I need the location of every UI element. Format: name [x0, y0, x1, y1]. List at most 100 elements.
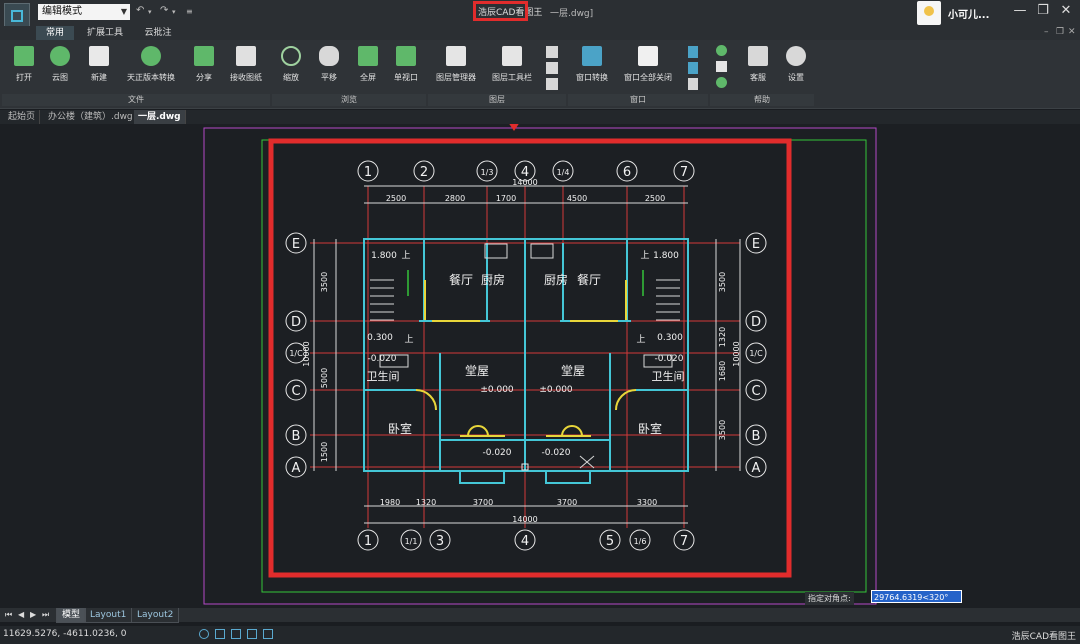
tab-layout1[interactable]: Layout1 [84, 608, 133, 623]
snap-status-icon[interactable] [215, 629, 225, 639]
receive-drawing-button[interactable]: 接收图纸 [222, 46, 270, 92]
stove-right [530, 243, 554, 259]
ribbon: 打开 云图 新建 天正版本转换 分享 接收图纸 缩放 平移 全屏 单视口 图层管… [0, 40, 1080, 109]
last-layout-icon[interactable]: ⏭ [42, 610, 49, 620]
first-layout-icon[interactable]: ⏮ [5, 610, 12, 620]
tab-first-floor[interactable]: 一层.dwg [134, 110, 186, 124]
settings-button[interactable]: 设置 [772, 46, 820, 92]
check-icon[interactable] [716, 45, 727, 56]
axis-left-e: E [292, 237, 300, 252]
doc-close-icon[interactable]: ✕ [1068, 27, 1076, 37]
prev-layout-icon[interactable]: ◀ [18, 610, 24, 619]
landing-up-left: 上 [404, 334, 413, 345]
tab-extensions[interactable]: 扩展工具 [80, 26, 130, 40]
folder-icon [14, 46, 34, 66]
restore-icon[interactable]: ❐ [1034, 3, 1052, 18]
tab-layout2[interactable]: Layout2 [131, 608, 180, 623]
axis-right-b: B [752, 429, 761, 444]
redo-icon[interactable]: ↷ [160, 5, 168, 16]
dim-right-3: 1680 [718, 361, 727, 381]
level-landing-left: 0.300 [367, 333, 393, 343]
magnifier-icon [281, 46, 301, 66]
grid-status-icon[interactable] [231, 629, 241, 639]
doc-restore-icon[interactable]: ❐ [1056, 27, 1064, 37]
close-icon[interactable]: ✕ [1057, 3, 1075, 18]
room-hall-left: 堂屋 [465, 364, 489, 378]
walls [363, 238, 689, 484]
tarch-convert-label: 天正版本转换 [127, 73, 175, 82]
dim-right-1: 3500 [718, 272, 727, 292]
share-button[interactable]: 分享 [180, 46, 228, 92]
level-hall-right: ±0.000 [539, 385, 573, 395]
room-bath-left: 卫生间 [367, 369, 400, 383]
tab-cloud-annotate[interactable]: 云批注 [136, 26, 180, 40]
command-input[interactable]: 29764.6319<320° [871, 590, 962, 603]
command-prompt-label: 指定对角点: [805, 592, 854, 605]
receive-drawing-label: 接收图纸 [230, 73, 262, 82]
axis-bottom-4: 4 [521, 534, 529, 549]
window-switch-button[interactable]: 窗口转换 [568, 46, 616, 92]
layer-manager-label: 图层管理器 [436, 73, 476, 82]
layers-icon [446, 46, 466, 66]
customize-toolbar-icon[interactable]: ≡ [186, 7, 193, 16]
axis-right-1c: 1/C [749, 349, 763, 358]
avatar[interactable] [917, 1, 941, 25]
axis-bottom-5: 5 [606, 534, 614, 549]
layer-toolbar-button[interactable]: 图层工具栏 [488, 46, 536, 92]
dim-left-total: 10000 [302, 341, 311, 366]
layer-stack-icon[interactable] [546, 46, 558, 58]
axis-top-6: 6 [623, 165, 631, 180]
hand-icon [319, 46, 339, 66]
fullscreen-status-icon[interactable] [263, 629, 273, 639]
room-bath-right: 卫生间 [652, 369, 685, 383]
ortho-status-icon[interactable] [247, 629, 257, 639]
dim-top-3: 1700 [496, 194, 516, 203]
dim-left-3: 1500 [320, 442, 329, 462]
new-button[interactable]: 新建 [75, 46, 123, 92]
refresh-icon [141, 46, 161, 66]
minimize-icon[interactable]: — [1011, 3, 1029, 18]
tile-vertical-icon[interactable] [688, 46, 698, 58]
cascade-icon[interactable] [688, 78, 698, 90]
plan-highlight-box [268, 138, 792, 578]
layer-manager-button[interactable]: 图层管理器 [432, 46, 480, 92]
user-name[interactable]: 小可儿... [948, 6, 989, 21]
viewport-icon [396, 46, 416, 66]
close-all-windows-label: 窗口全部关闭 [624, 73, 672, 82]
level-door-right: -0.020 [541, 448, 570, 458]
cloud-icon [50, 46, 70, 66]
undo-dropdown-icon[interactable]: ▾ [148, 8, 152, 16]
zoom-status-icon[interactable] [199, 629, 209, 639]
single-viewport-button[interactable]: 单视口 [382, 46, 430, 92]
tarch-convert-button[interactable]: 天正版本转换 [127, 46, 175, 92]
drawing-canvas[interactable]: 1 2 1/3 4 1/4 6 7 1 1/1 3 4 5 1/6 7 E D … [0, 124, 1080, 609]
tab-office-building[interactable]: 办公楼（建筑）.dwg [44, 110, 138, 124]
dim-top-2: 2800 [445, 194, 465, 203]
dim-bottom-3: 3700 [473, 498, 493, 507]
close-all-windows-button[interactable]: 窗口全部关闭 [624, 46, 672, 92]
axis-right-a: A [752, 461, 761, 476]
apps-icon[interactable] [716, 61, 727, 72]
tab-start-page[interactable]: 起始页 [4, 110, 41, 124]
layer-other-icon[interactable] [546, 78, 558, 90]
dim-right-4: 3500 [718, 420, 727, 440]
mode-dropdown[interactable]: 编辑模式 ▼ [38, 4, 130, 20]
next-layout-icon[interactable]: ▶ [30, 610, 36, 619]
layer-tool-icon[interactable] [546, 62, 558, 74]
axis-bottom-6: 1/6 [634, 537, 647, 546]
layer-toolbar-icon [502, 46, 522, 66]
doc-minimize-icon[interactable]: – [1044, 27, 1049, 37]
tab-model[interactable]: 模型 [56, 608, 87, 623]
undo-icon[interactable]: ↶ [136, 5, 144, 16]
tile-horizontal-icon[interactable] [688, 62, 698, 74]
level-stair-right: 1.800 [653, 251, 679, 261]
level-door-left: -0.020 [482, 448, 511, 458]
axis-bottom-2: 1/1 [405, 537, 418, 546]
dim-total-bottom: 14000 [512, 515, 537, 524]
tab-common[interactable]: 常用 [36, 26, 74, 40]
info-icon[interactable] [716, 77, 727, 88]
redo-dropdown-icon[interactable]: ▾ [172, 8, 176, 16]
support-icon [748, 46, 768, 66]
group-layer: 图层 [428, 94, 566, 106]
level-bath-left: -0.020 [367, 354, 396, 364]
